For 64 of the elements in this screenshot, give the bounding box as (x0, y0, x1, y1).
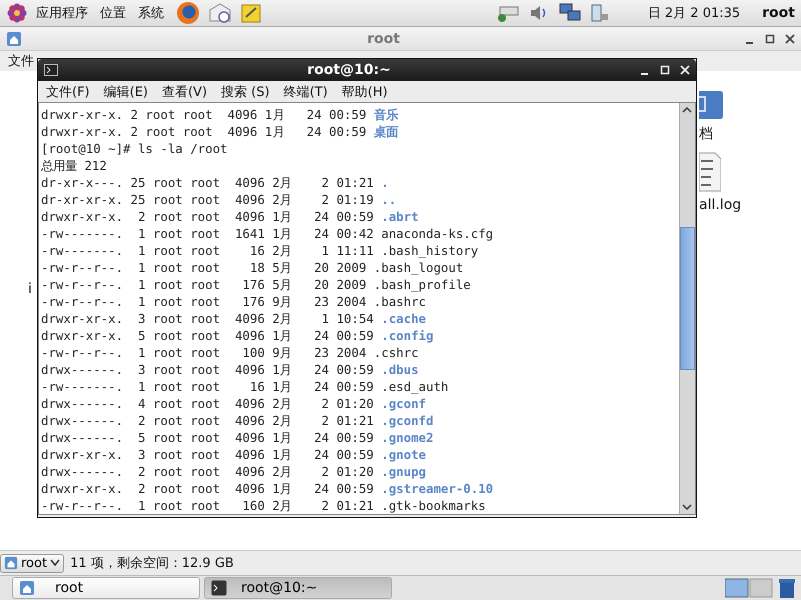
panel-menu[interactable]: 系统 (138, 4, 164, 22)
status-text: 11 项，剩余空间：12.9 GB (70, 555, 234, 572)
menu-item[interactable]: 文件 (8, 52, 34, 70)
maximize-icon[interactable] (765, 34, 775, 44)
menu-item[interactable]: 终端(T) (284, 82, 328, 100)
file-label[interactable]: 档 (699, 125, 713, 143)
terminal-line: drwxr-xr-x. 3 root root 4096 2月 1 10:54 .cache (41, 310, 427, 327)
flower-logo-icon[interactable] (6, 2, 28, 24)
menu-item[interactable]: 搜索 (S) (221, 82, 270, 100)
window-title: root (366, 30, 401, 46)
caret-icon (50, 559, 60, 567)
terminal-line: -rw-r--r--. 1 root root 100 9月 23 2004 .cshrc (41, 344, 420, 361)
window-title: root@10:~ (306, 62, 392, 78)
panel-menu[interactable]: 位置 (100, 4, 126, 22)
panel-menu[interactable]: 应用程序 (36, 4, 88, 22)
terminal-line: drwx------. 5 root root 4096 1月 24 00:59 .gnome2 (41, 429, 434, 446)
terminal-line: drwxr-xr-x. 2 root root 4096 1月 24 00:59 桌面 (41, 123, 400, 140)
terminal-line: drwx------. 2 root root 4096 2月 2 01:20 .gnupg (41, 463, 427, 480)
trash-icon[interactable] (777, 577, 797, 599)
taskbar-button[interactable]: root@10:~ (204, 577, 392, 599)
home-icon (19, 580, 35, 596)
terminal-line: drwxr-xr-x. 2 root root 4096 1月 24 00:59 音乐 (41, 106, 400, 123)
workspace-switcher-icon[interactable] (725, 578, 773, 598)
terminal-line: -rw-------. 1 root root 16 2月 1 11:11 .bash_history (41, 242, 480, 259)
terminal-line: -rw-r--r--. 1 root root 160 2月 2 01:21 .gtk-bookmarks (41, 497, 487, 514)
text-file-icon[interactable] (699, 151, 721, 193)
scroll-thumb[interactable] (680, 227, 695, 370)
menu-item[interactable]: 查看(V) (162, 82, 208, 100)
scrollbar[interactable] (679, 103, 695, 514)
clock[interactable]: 日 2月 2 01:35 (648, 4, 740, 22)
text-fragment: i (28, 281, 32, 297)
menu-item[interactable]: 编辑(E) (104, 82, 148, 100)
user-name[interactable]: root (762, 5, 795, 21)
terminal-line: drwxr-xr-x. 5 root root 4096 1月 24 00:59 .config (41, 327, 434, 344)
terminal-line: drwxr-xr-x. 2 root root 4096 1月 24 00:59 .gstreamer-0.10 (41, 480, 494, 497)
taskbar-button[interactable]: root (12, 577, 200, 599)
battery-plug-icon[interactable] (590, 2, 610, 24)
terminal-line: -rw-r--r--. 1 root root 176 5月 20 2009 .bash_profile (41, 276, 472, 293)
home-icon (4, 556, 18, 570)
terminal-line: -rw-r--r--. 1 root root 176 9月 23 2004 .bashrc (41, 293, 427, 310)
terminal-line: drwx------. 3 root root 4096 1月 24 00:59 .dbus (41, 361, 420, 378)
menu-item[interactable]: 帮助(H) (342, 82, 388, 100)
file-label[interactable]: all.log (699, 197, 742, 213)
home-icon (6, 30, 22, 46)
terminal-line: -rw-r--r--. 1 root root 18 5月 20 2009 .bash_logout (41, 259, 464, 276)
location-dropdown[interactable]: root (0, 554, 64, 572)
mail-clock-icon[interactable] (208, 1, 232, 25)
terminal-line: [root@10 ~]# ls -la /root (41, 140, 228, 157)
terminal-icon (211, 580, 227, 596)
terminal-line: dr-xr-x---. 25 root root 4096 2月 2 01:21 . (41, 174, 390, 191)
notepad-icon[interactable] (240, 2, 262, 24)
terminal-line: drwxr-xr-x. 3 root root 4096 1月 24 00:59 .gnote (41, 446, 427, 463)
close-icon[interactable] (785, 34, 795, 44)
terminal-line: drwxr-xr-x. 2 root root 4096 1月 24 00:59 .abrt (41, 208, 420, 225)
terminal-line: -rw-------. 1 root root 16 1月 24 00:59 .esd_auth (41, 378, 450, 395)
terminal-line: 总用量 212 (41, 157, 108, 174)
terminal-line: dr-xr-xr-x. 25 root root 4096 2月 2 01:19 .. (41, 191, 398, 208)
terminal-line: drwx------. 2 root root 4096 2月 2 01:21 .gconfd (41, 412, 434, 429)
terminal-line: drwx------. 4 root root 4096 2月 2 01:20 .gconf (41, 395, 427, 412)
terminal-line: -rw-------. 1 root root 1641 1月 24 00:42 anaconda-ks.cfg (41, 225, 494, 242)
globe-icon[interactable] (176, 1, 200, 25)
folder-icon[interactable] (699, 89, 723, 121)
menu-item[interactable]: 文件(F) (46, 82, 90, 100)
terminal-icon (44, 64, 58, 76)
